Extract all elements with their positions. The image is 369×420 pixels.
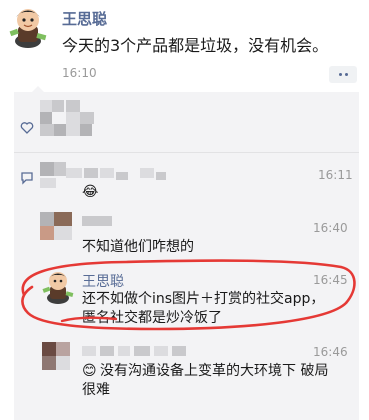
comment-time: 16:46 bbox=[313, 345, 348, 359]
comment-text-line-1: 没有沟通设备上变革的大环境下 破局 bbox=[100, 363, 329, 379]
divider bbox=[14, 152, 359, 153]
poster-name[interactable]: 王思聪 bbox=[62, 8, 107, 29]
comment-time: 16:11 bbox=[318, 168, 353, 182]
laughing-emoji: 😂 bbox=[82, 184, 99, 200]
comment-text: 不知道他们咋想的 bbox=[82, 239, 194, 255]
comment-text-line-2: 很难 bbox=[82, 382, 110, 398]
commenter-avatar[interactable] bbox=[42, 268, 74, 304]
post-time: 16:10 bbox=[62, 66, 97, 80]
commenter-name[interactable]: 王思聪 bbox=[82, 271, 124, 291]
heart-icon bbox=[20, 120, 34, 134]
poster-avatar[interactable] bbox=[8, 4, 48, 48]
comment-time: 16:45 bbox=[313, 273, 348, 287]
comment-text-line-1: 还不如做个ins图片＋打赏的社交app， bbox=[82, 291, 325, 307]
comment-icon bbox=[20, 170, 34, 185]
post-text: 今天的3个产品都是垃圾，没有机会。 bbox=[62, 36, 329, 55]
smile-emoji: 😊 bbox=[82, 363, 97, 379]
comment-text-line-2: 匿名社交都是炒冷饭了 bbox=[82, 310, 222, 326]
comment-time: 16:40 bbox=[313, 221, 348, 235]
more-dots-icon[interactable] bbox=[329, 66, 357, 83]
